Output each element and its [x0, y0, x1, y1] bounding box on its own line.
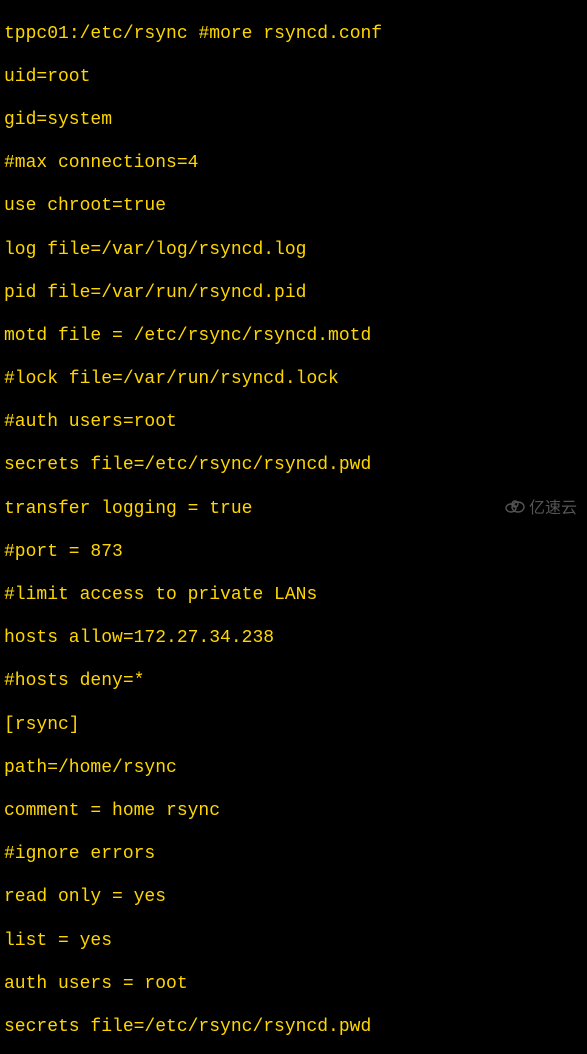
config-line: #port = 873	[4, 542, 583, 564]
config-line: [rsync]	[4, 715, 583, 737]
config-line: transfer logging = true	[4, 499, 583, 521]
config-line: #hosts deny=*	[4, 671, 583, 693]
config-line: motd file = /etc/rsync/rsyncd.motd	[4, 326, 583, 348]
config-line: #auth users=root	[4, 412, 583, 434]
prompt-line-1: tppc01:/etc/rsync #more rsyncd.conf	[4, 24, 583, 46]
command-text: more rsyncd.conf	[209, 24, 382, 44]
config-line: secrets file=/etc/rsync/rsyncd.pwd	[4, 455, 583, 477]
config-line: #lock file=/var/run/rsyncd.lock	[4, 369, 583, 391]
config-line: path=/home/rsync	[4, 758, 583, 780]
prompt-host: tppc01	[4, 24, 69, 44]
prompt-symbol: #	[198, 24, 209, 44]
terminal-output[interactable]: tppc01:/etc/rsync #more rsyncd.conf uid=…	[0, 0, 587, 1054]
config-line: use chroot=true	[4, 196, 583, 218]
cloud-icon	[503, 498, 527, 519]
config-line: list = yes	[4, 931, 583, 953]
config-line: pid file=/var/run/rsyncd.pid	[4, 283, 583, 305]
config-line: secrets file=/etc/rsync/rsyncd.pwd	[4, 1017, 583, 1039]
config-line: hosts allow=172.27.34.238	[4, 628, 583, 650]
prompt-path: /etc/rsync	[80, 24, 188, 44]
config-line: uid=root	[4, 67, 583, 89]
watermark: 亿速云	[503, 498, 577, 519]
config-line: log file=/var/log/rsyncd.log	[4, 240, 583, 262]
config-line: #limit access to private LANs	[4, 585, 583, 607]
config-line: read only = yes	[4, 887, 583, 909]
config-line: auth users = root	[4, 974, 583, 996]
watermark-text: 亿速云	[529, 499, 577, 518]
config-line: gid=system	[4, 110, 583, 132]
config-line: #ignore errors	[4, 844, 583, 866]
config-line: #max connections=4	[4, 153, 583, 175]
config-line: comment = home rsync	[4, 801, 583, 823]
